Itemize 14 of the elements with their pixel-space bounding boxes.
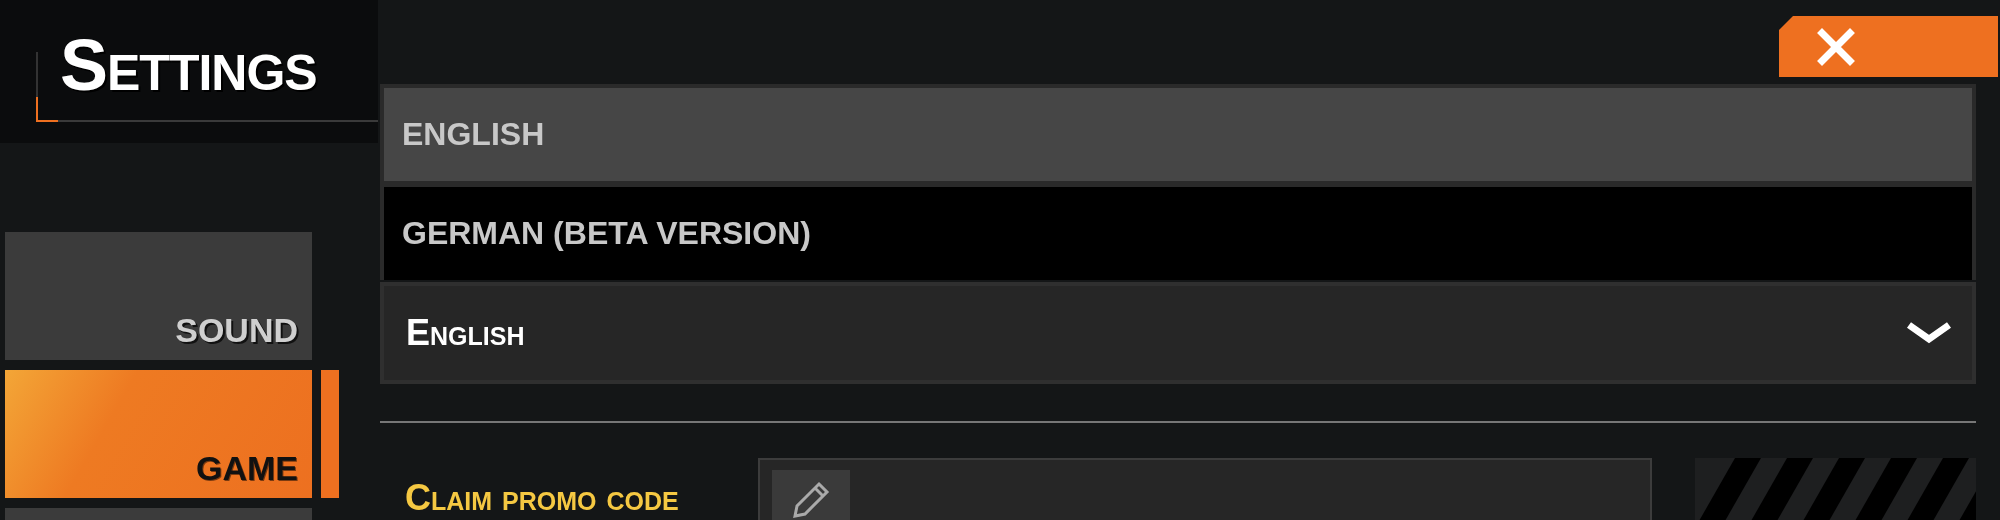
- language-dropdown[interactable]: English: [380, 282, 1976, 384]
- pencil-icon: [791, 480, 831, 520]
- close-button[interactable]: [1779, 16, 1998, 77]
- page-title: Settings: [60, 23, 317, 106]
- dropdown-option[interactable]: GERMAN (BETA VERSION): [384, 187, 1972, 280]
- promo-label: Claim promo code: [405, 480, 680, 516]
- sidebar-tab[interactable]: SOUND: [5, 232, 312, 360]
- sidebar-tab[interactable]: GAME: [5, 370, 312, 498]
- edit-button[interactable]: [772, 470, 850, 520]
- promo-code-field[interactable]: [758, 458, 1652, 520]
- chevron-down-icon: [1906, 320, 1952, 346]
- close-icon: [1817, 27, 1855, 66]
- title-bracket-edge: [36, 52, 38, 122]
- dropdown-option[interactable]: ENGLISH: [384, 88, 1972, 181]
